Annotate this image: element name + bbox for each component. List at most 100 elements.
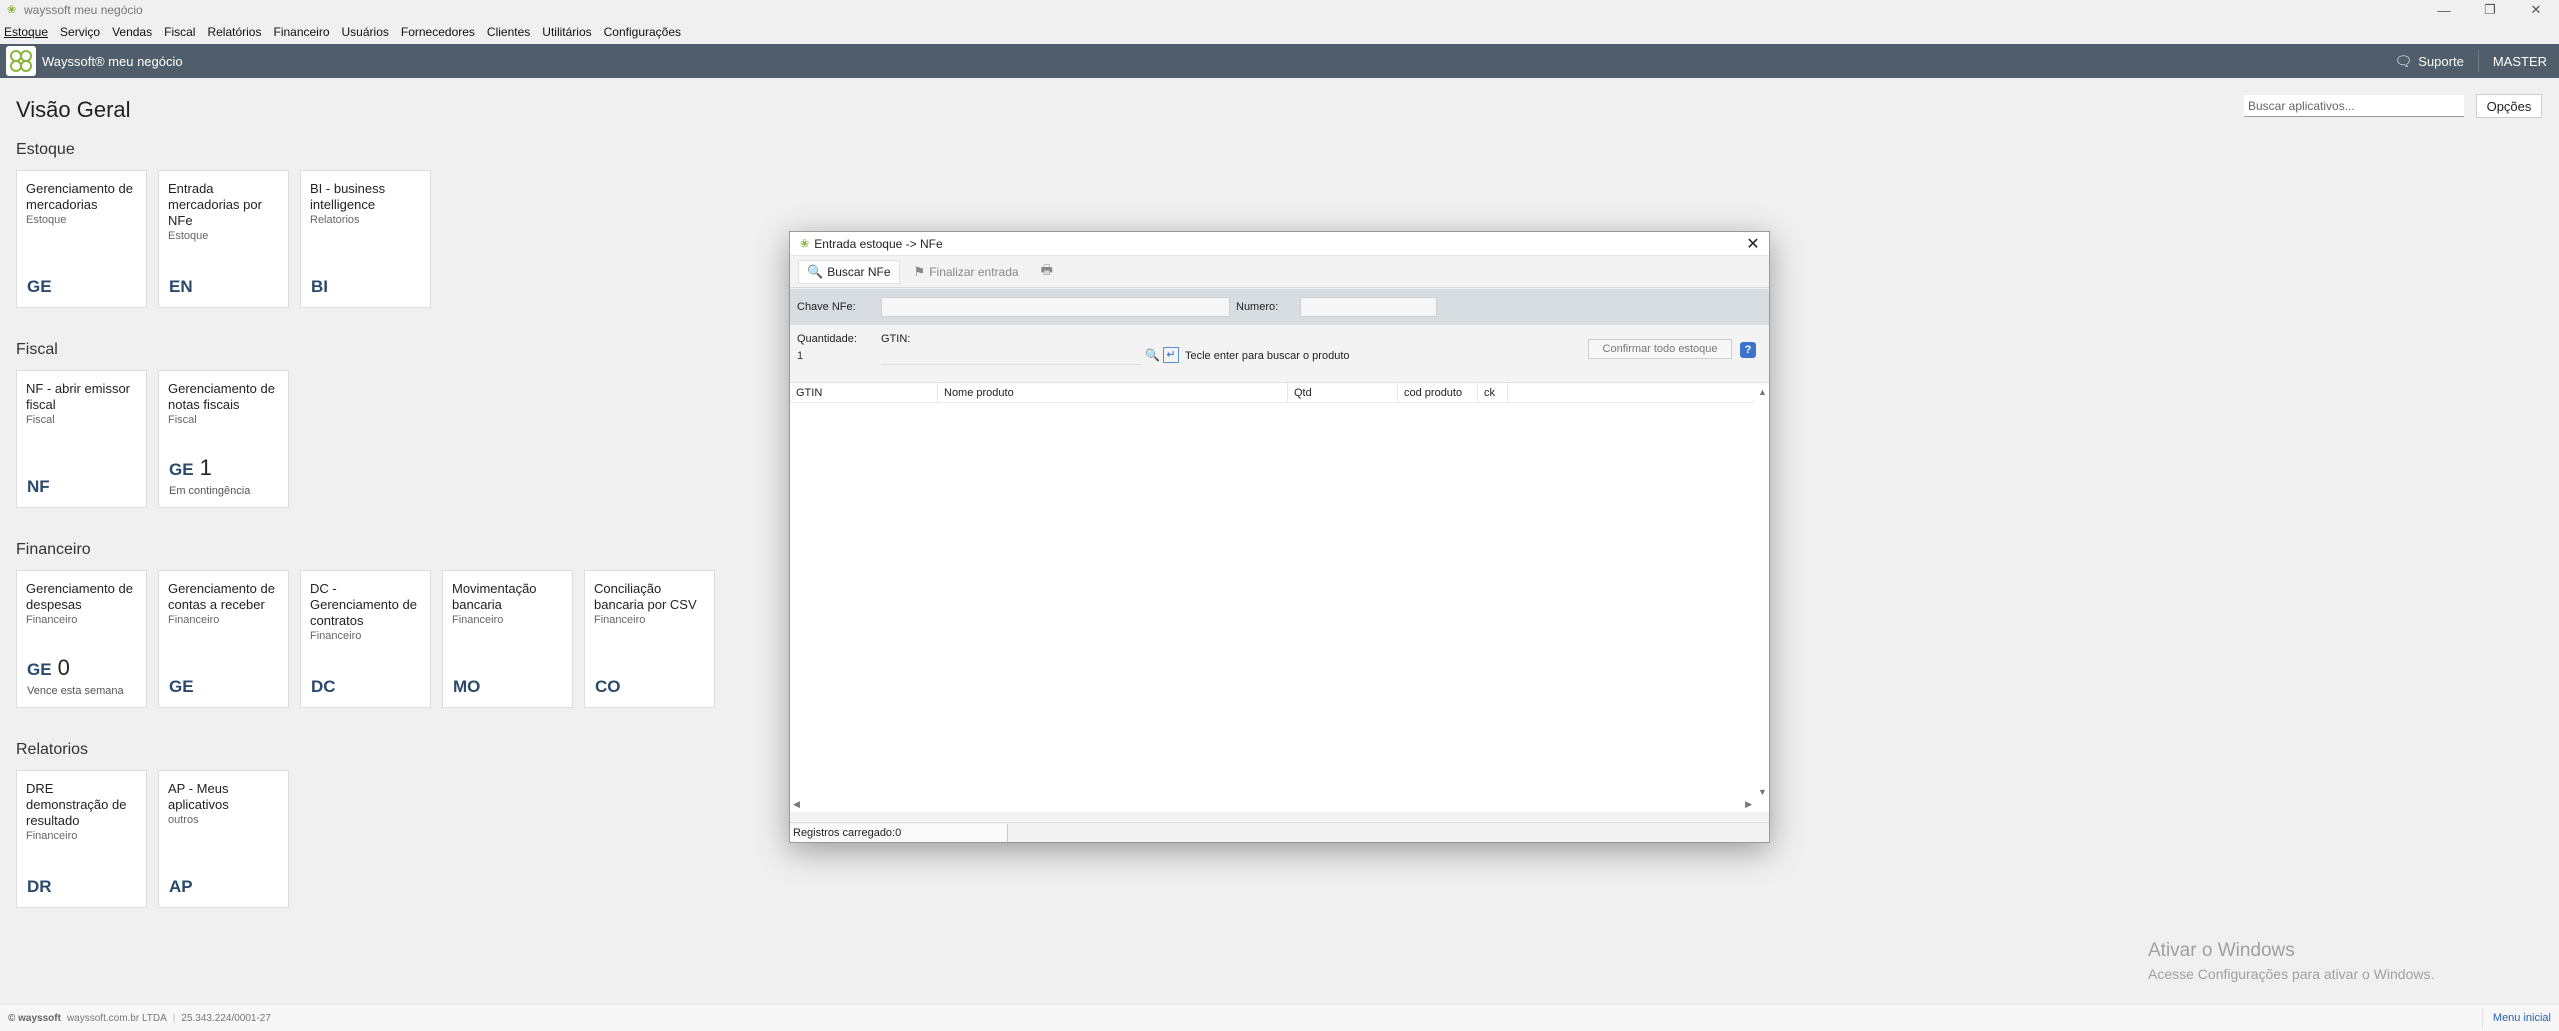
scroll-left-icon[interactable]: ◀: [793, 799, 800, 810]
tile-nf-emissor-fiscal[interactable]: NF - abrir emissor fiscal Fiscal NF: [16, 370, 147, 508]
tile-gerenciamento-contratos[interactable]: DC - Gerenciamento de contratos Financei…: [300, 570, 431, 708]
horizontal-scrollbar[interactable]: ◀ ▶: [790, 798, 1755, 812]
scroll-up-icon[interactable]: ▲: [1758, 387, 1767, 397]
window-title: wayssoft meu negócio: [24, 3, 143, 17]
tile-abbr: DC: [311, 677, 336, 696]
menu-usuarios[interactable]: Usuários: [342, 25, 389, 39]
col-cod-produto[interactable]: cod produto: [1398, 382, 1478, 403]
quantity-gtin-row: Quantidade: 1 GTIN: 🔍 ↵ Tecle enter para…: [790, 329, 1769, 369]
tile-abbr: GE: [27, 660, 52, 679]
tile-count: 1: [199, 455, 212, 480]
tile-conciliacao-bancaria[interactable]: Conciliação bancaria por CSV Financeiro …: [584, 570, 715, 708]
col-ck[interactable]: ck: [1478, 382, 1508, 403]
chave-nfe-row: Chave NFe: Numero:: [790, 289, 1769, 325]
tile-name: NF - abrir emissor fiscal: [26, 381, 131, 412]
section-title-relatorios: Relatorios: [16, 741, 89, 758]
finalizar-entrada-button[interactable]: ⚑ Finalizar entrada: [906, 260, 1027, 284]
search-gtin-icon[interactable]: 🔍: [1145, 348, 1160, 362]
section-title-financeiro: Financeiro: [16, 541, 91, 558]
scroll-down-icon[interactable]: ▼: [1758, 787, 1767, 797]
tile-movimentacao-bancaria[interactable]: Movimentação bancaria Financeiro MO: [442, 570, 573, 708]
tile-gerenciamento-mercadorias[interactable]: Gerenciamento de mercadorias Estoque GE: [16, 170, 147, 308]
tile-meus-aplicativos[interactable]: AP - Meus aplicativos outros AP: [158, 770, 289, 908]
tile-count-label: Vence esta semana: [27, 685, 124, 697]
tile-name: DRE demonstração de resultado: [26, 781, 127, 828]
options-button[interactable]: Opções: [2476, 94, 2542, 118]
app-name: Wayssoft® meu negócio: [42, 53, 183, 69]
tile-name: Gerenciamento de contas a receber: [168, 581, 275, 612]
windows-activation-watermark: Ativar o Windows Acesse Configurações pa…: [2148, 940, 2434, 982]
products-grid[interactable]: GTIN Nome produto Qtd cod produto ck ▲ ▼…: [790, 382, 1769, 812]
quantidade-field[interactable]: 1: [797, 347, 877, 365]
confirmar-todo-estoque-button[interactable]: Confirmar todo estoque: [1588, 339, 1732, 359]
enter-hint: Tecle enter para buscar o produto: [1185, 350, 1350, 362]
dialog-title: Entrada estoque -> NFe: [814, 236, 943, 251]
user-name[interactable]: MASTER: [2479, 54, 2559, 69]
menu-servico[interactable]: Serviço: [60, 25, 100, 39]
menu-estoque[interactable]: Estoque: [4, 25, 48, 39]
tile-abbr: GE: [169, 460, 194, 479]
dialog-close-button[interactable]: ✕: [1743, 234, 1763, 254]
tile-name: Gerenciamento de despesas: [26, 581, 133, 612]
tile-gerenciamento-notas-fiscais[interactable]: Gerenciamento de notas fiscais Fiscal GE…: [158, 370, 289, 508]
tile-abbr: NF: [27, 477, 50, 496]
tile-category: Estoque: [168, 230, 209, 242]
tile-abbr: GE: [169, 677, 194, 696]
numero-field[interactable]: [1300, 297, 1437, 317]
tile-category: Financeiro: [594, 614, 646, 626]
tile-name: DC - Gerenciamento de contratos: [310, 581, 417, 628]
tile-dre[interactable]: DRE demonstração de resultado Financeiro…: [16, 770, 147, 908]
tile-name: AP - Meus aplicativos: [168, 781, 229, 812]
tile-entrada-mercadorias-nfe[interactable]: Entrada mercadorias por NFe Estoque EN: [158, 170, 289, 308]
tile-gerenciamento-despesas[interactable]: Gerenciamento de despesas Financeiro GE 0…: [16, 570, 147, 708]
flag-icon: ⚑: [913, 263, 926, 279]
print-button[interactable]: 🖶: [1033, 260, 1065, 284]
close-window-button[interactable]: ✕: [2513, 0, 2559, 20]
chave-nfe-field[interactable]: [881, 297, 1230, 317]
col-qtd[interactable]: Qtd: [1288, 382, 1398, 403]
watermark-title: Ativar o Windows: [2148, 940, 2295, 961]
tile-name: Gerenciamento de notas fiscais: [168, 381, 275, 412]
section-title-estoque: Estoque: [16, 141, 75, 158]
scroll-right-icon[interactable]: ▶: [1745, 799, 1752, 810]
tile-contas-receber[interactable]: Gerenciamento de contas a receber Financ…: [158, 570, 289, 708]
menu-relatorios[interactable]: Relatórios: [207, 25, 261, 39]
tile-category: Estoque: [26, 214, 67, 226]
col-gtin[interactable]: GTIN: [790, 382, 938, 403]
wayssoft-logo: [6, 46, 36, 76]
menu-financeiro[interactable]: Financeiro: [273, 25, 329, 39]
tile-category: Financeiro: [26, 614, 78, 626]
tile-abbr: BI: [311, 277, 328, 296]
vertical-scrollbar[interactable]: ▲ ▼: [1755, 383, 1769, 799]
menu-fiscal[interactable]: Fiscal: [164, 25, 195, 39]
footer-brand: © wayssoft: [8, 1012, 61, 1024]
records-loaded-status: Registros carregado:0: [790, 823, 1008, 842]
menu-vendas[interactable]: Vendas: [112, 25, 152, 39]
tile-bi[interactable]: BI - business intelligence Relatorios BI: [300, 170, 431, 308]
menu-clientes[interactable]: Clientes: [487, 25, 530, 39]
tile-abbr: CO: [595, 677, 621, 696]
minimize-button[interactable]: —: [2421, 0, 2467, 20]
search-apps-input[interactable]: [2244, 95, 2464, 117]
gtin-field[interactable]: [881, 347, 1141, 365]
menu-utilitarios[interactable]: Utilitários: [542, 25, 591, 39]
footer-company: wayssoft.com.br LTDA: [66, 1012, 167, 1024]
menu-configuracoes[interactable]: Configurações: [604, 25, 681, 39]
help-icon[interactable]: ?: [1740, 342, 1756, 358]
col-nome-produto[interactable]: Nome produto: [938, 382, 1288, 403]
dialog-statusbar: Registros carregado:0: [790, 822, 1769, 842]
support-button[interactable]: 🗨 Suporte: [2395, 50, 2479, 72]
dialog-toolbar: 🔍 Buscar NFe ⚑ Finalizar entrada 🖶: [790, 256, 1769, 288]
tile-name: Movimentação bancaria: [452, 581, 537, 612]
support-label: Suporte: [2418, 53, 2464, 69]
finalizar-entrada-label: Finalizar entrada: [929, 264, 1019, 279]
menu-fornecedores[interactable]: Fornecedores: [401, 25, 475, 39]
window-titlebar: ❀ wayssoft meu negócio — ❐ ✕: [0, 0, 2559, 20]
tile-count-row: GE 0 Vence esta semana: [27, 655, 124, 697]
watermark-subtitle: Acesse Configurações para ativar o Windo…: [2148, 966, 2435, 982]
menu-inicial-link[interactable]: Menu inicial: [2481, 1008, 2557, 1028]
app-icon: ❀: [7, 4, 17, 16]
tile-category: Financeiro: [452, 614, 504, 626]
restore-button[interactable]: ❐: [2467, 0, 2513, 20]
buscar-nfe-button[interactable]: 🔍 Buscar NFe: [798, 259, 900, 284]
